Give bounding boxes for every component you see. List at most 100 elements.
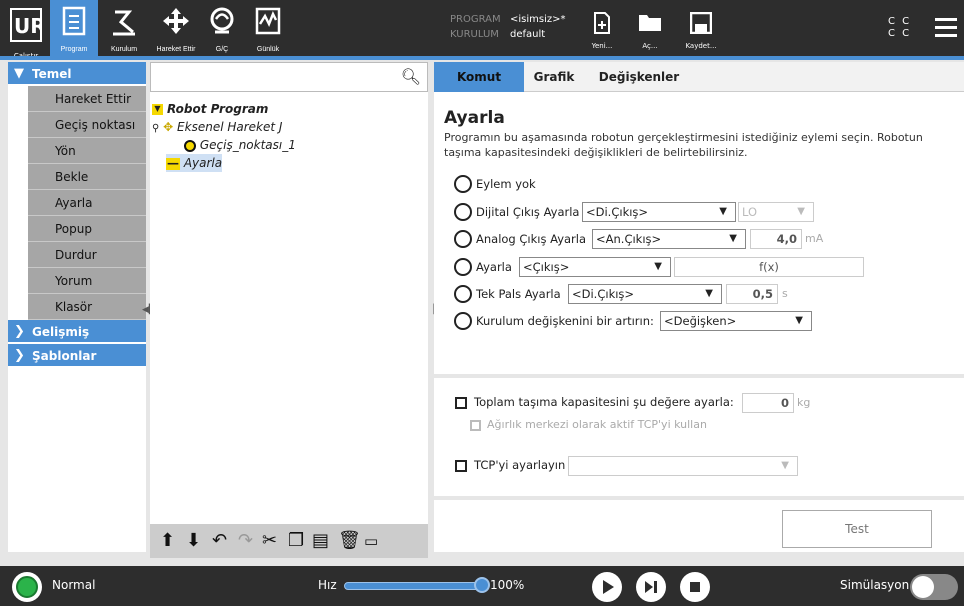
node-popup[interactable]: Popup (28, 216, 146, 242)
radio-increment-variable[interactable] (454, 312, 472, 330)
io-icon (210, 7, 234, 34)
nav-label-program: Program (60, 46, 88, 53)
node-set[interactable]: Ayarla (28, 190, 146, 216)
undo-icon[interactable]: ↶ (212, 530, 227, 551)
delete-icon[interactable]: 🗑︎ (338, 530, 361, 551)
play-icon (603, 580, 614, 594)
tcp-checkbox[interactable] (455, 460, 467, 472)
pulse-duration-input[interactable]: 0,5 (726, 284, 778, 304)
ur-logo-icon[interactable]: UR Çalıştır (6, 6, 46, 60)
command-panel: Komut Grafik Değişkenler Ayarla Programı… (434, 62, 964, 552)
nav-move[interactable]: Hareket Ettir (150, 0, 202, 56)
tree-set-selected[interactable]: — Ayarla (166, 154, 223, 172)
node-move[interactable]: Hareket Ettir (28, 86, 146, 112)
test-button[interactable]: Test (782, 510, 932, 548)
analog-value-input[interactable]: 4,0 (750, 229, 802, 249)
tcp-label: TCP'yi ayarlayın (474, 458, 566, 472)
analog-output-select[interactable]: <An.Çıkış> ▼ (592, 229, 746, 249)
nav-installation[interactable]: Kurulum (100, 0, 148, 56)
suppress-icon[interactable]: ▭ (364, 532, 378, 550)
play-button[interactable] (592, 572, 622, 602)
radio-set-expression[interactable] (454, 258, 472, 276)
expression-input[interactable]: f(x) (674, 257, 864, 277)
digital-output-select[interactable]: <Di.Çıkış> ▼ (582, 202, 736, 222)
copy-icon[interactable]: ❐ (288, 530, 304, 551)
radio-analog-output[interactable] (454, 230, 472, 248)
nav-log[interactable]: Günlük (246, 0, 290, 56)
tab-command[interactable]: Komut (434, 62, 524, 92)
tcp-select[interactable]: ▼ (568, 456, 798, 476)
radio-digital-output[interactable] (454, 203, 472, 221)
payload-input[interactable]: 0 (742, 393, 794, 413)
tree-root-label: Robot Program (167, 102, 269, 116)
analog-output-select-value: <An.Çıkış> (596, 232, 662, 246)
hamburger-menu-icon[interactable] (935, 18, 957, 38)
collapse-triangle-icon[interactable]: ▼ (152, 104, 163, 115)
cog-label: Ağırlık merkezi olarak aktif TCP'yi kull… (487, 418, 707, 431)
option-increment-label: Kurulum değişkenini bir artırın: (476, 314, 654, 328)
search-input[interactable]: 🔍︎ (150, 62, 428, 92)
cut-icon[interactable]: ✂ (262, 530, 277, 551)
pulse-output-select[interactable]: <Di.Çıkış> ▼ (568, 284, 722, 304)
category-advanced[interactable]: ❯ Gelişmiş (8, 320, 146, 344)
move-up-icon[interactable]: ⬆ (160, 530, 175, 551)
redo-icon[interactable]: ↷ (238, 530, 253, 551)
search-icon[interactable]: 🔍︎ (401, 67, 421, 86)
node-waypoint[interactable]: Geçiş noktası (28, 112, 146, 138)
save-icon (690, 12, 712, 34)
radio-single-pulse[interactable] (454, 285, 472, 303)
tree-set-label: Ayarla (183, 156, 223, 170)
tree-root[interactable]: ▼ Robot Program (152, 100, 268, 118)
move-node-icon: ✥ (163, 120, 174, 134)
simulation-toggle[interactable] (910, 574, 958, 600)
robot-status-icon[interactable] (12, 572, 42, 602)
cog-checkbox[interactable] (470, 420, 481, 431)
category-templates-label: Şablonlar (32, 349, 97, 363)
simulation-label: Simülasyon (840, 578, 910, 592)
save-label: Kaydet... (685, 42, 717, 50)
tab-graphics[interactable]: Grafik (524, 62, 584, 92)
move-down-icon[interactable]: ⬇ (186, 530, 201, 551)
node-comment[interactable]: Yorum (28, 268, 146, 294)
category-basic[interactable]: ▼ Temel (8, 62, 146, 86)
new-label: Yeni... (591, 42, 613, 50)
radio-no-action[interactable] (454, 175, 472, 193)
payload-label: Toplam taşıma kapasitesini şu değere aya… (474, 395, 734, 409)
nav-label-installation: Kurulum (110, 46, 138, 53)
payload-checkbox[interactable] (455, 397, 467, 409)
dropdown-arrow-icon: ▼ (705, 288, 713, 299)
set-node-icon: — (166, 155, 180, 170)
tab-variables[interactable]: Değişkenler (584, 62, 694, 92)
installation-icon (113, 10, 135, 36)
dropdown-arrow-icon: ▼ (797, 206, 805, 217)
speed-slider-handle[interactable] (474, 577, 490, 593)
tree-movej[interactable]: ⚲ ✥ Eksenel Hareket J (152, 118, 282, 136)
node-folder[interactable]: Klasör (28, 294, 146, 320)
tree-waypoint[interactable]: Geçiş_noktası_1 (184, 136, 296, 154)
log-icon (255, 7, 281, 35)
speed-slider[interactable] (344, 582, 482, 590)
program-icon (62, 6, 86, 36)
step-button[interactable] (636, 572, 666, 602)
paste-icon[interactable]: ▤ (312, 530, 329, 551)
save-button[interactable]: Kaydet... (676, 8, 726, 52)
digital-value-select[interactable]: LO ▼ (738, 202, 814, 222)
nav-program[interactable]: Program (50, 0, 98, 56)
stop-button[interactable] (680, 572, 710, 602)
nav-io[interactable]: G/Ç (202, 0, 242, 56)
program-tree-panel: 🔍︎ ▼ Robot Program ⚲ ✥ Eksenel Hareket J … (150, 62, 428, 558)
new-button[interactable]: Yeni... (582, 8, 622, 52)
node-halt[interactable]: Durdur (28, 242, 146, 268)
tree-toolbar: ⬆ ⬇ ↶ ↷ ✂ ❐ ▤ 🗑︎ ▭ (150, 524, 428, 558)
variable-select[interactable]: <Değişken> ▼ (660, 311, 812, 331)
node-wait[interactable]: Bekle (28, 164, 146, 190)
open-button[interactable]: Aç... (630, 8, 670, 52)
set-output-select[interactable]: <Çıkış> ▼ (519, 257, 671, 277)
robot-status-text: Normal (52, 578, 96, 592)
node-direction[interactable]: Yön (28, 138, 146, 164)
section-divider (434, 496, 964, 500)
program-node-panel: ▼ Temel Hareket Ettir Geçiş noktası Yön B… (8, 62, 146, 552)
category-advanced-label: Gelişmiş (32, 325, 90, 339)
speed-value: 100% (490, 578, 525, 592)
category-templates[interactable]: ❯ Şablonlar (8, 344, 146, 368)
